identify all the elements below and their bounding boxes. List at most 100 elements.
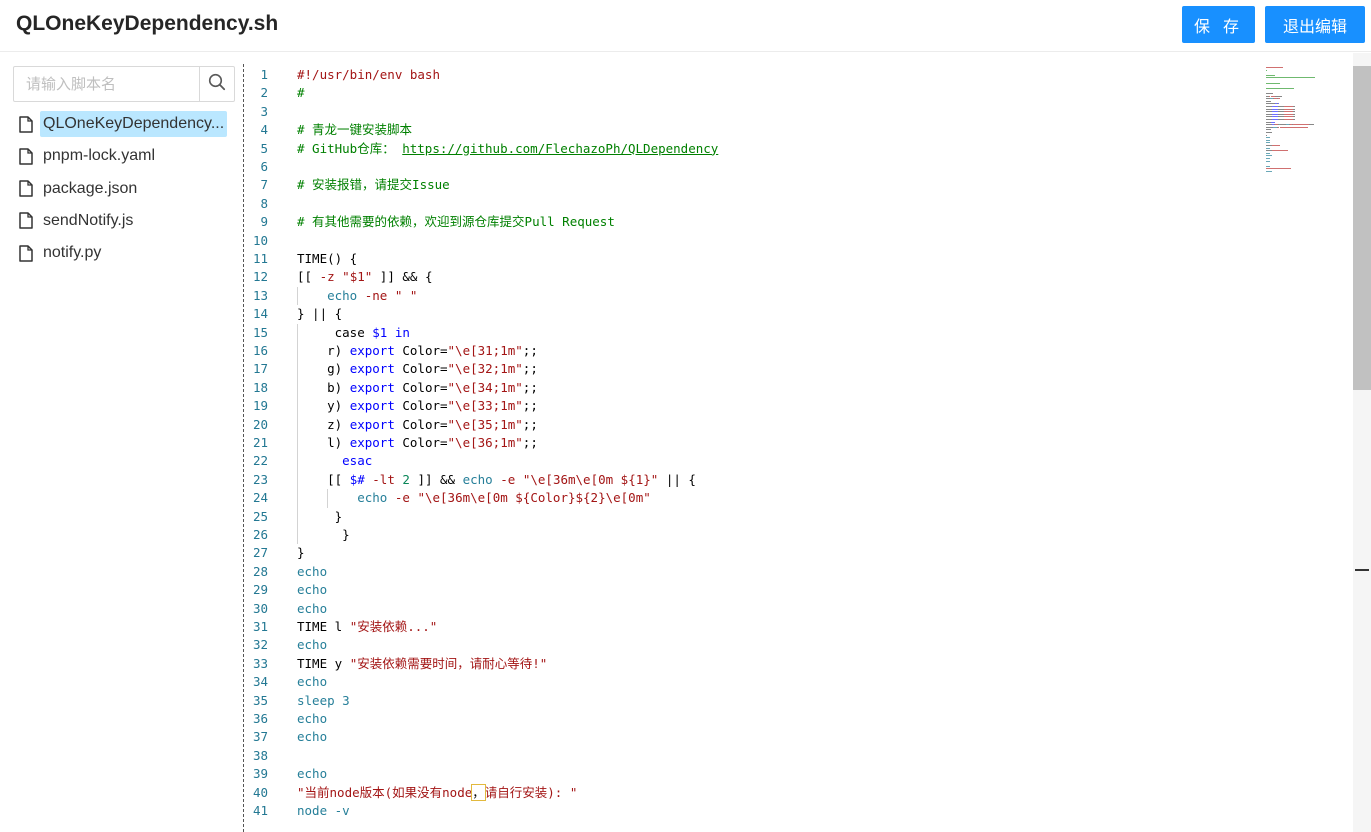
- code-token: ，: [471, 783, 486, 801]
- file-icon: [18, 244, 34, 262]
- code-token: Color=: [394, 379, 448, 395]
- file-item[interactable]: notify.py: [18, 239, 104, 267]
- code-token: TIME() {: [297, 251, 358, 266]
- minimap-line: [1293, 106, 1295, 107]
- code-token: "\e[36m\e[0m ${1}": [522, 471, 659, 487]
- code-token: -z: [319, 269, 335, 285]
- code-token: ;;: [522, 379, 538, 395]
- code-token: r): [297, 343, 350, 358]
- code-line: 9 # 有其他需要的依赖，欢迎到源仓库提交Pull Request: [244, 213, 1259, 231]
- code-text: echo: [297, 765, 327, 783]
- code-token: 2: [402, 471, 410, 487]
- code-token: $#: [349, 471, 365, 487]
- minimap-line: [1266, 168, 1283, 170]
- code-token: $1: [372, 324, 388, 340]
- code-line: 36 echo: [244, 710, 1259, 728]
- line-number: 9: [260, 214, 268, 230]
- file-item[interactable]: pnpm-lock.yaml: [18, 142, 158, 170]
- line-number: 18: [252, 379, 268, 395]
- code-token: export: [349, 398, 395, 414]
- line-number: 21: [252, 435, 268, 450]
- search-input[interactable]: [14, 67, 199, 101]
- code-token: -lt: [372, 471, 395, 487]
- code-line: 33 TIME y "安装依赖需要时间，请耐心等待!": [244, 655, 1259, 673]
- file-item[interactable]: package.json: [18, 175, 140, 203]
- minimap[interactable]: [1260, 53, 1353, 832]
- search-button[interactable]: [199, 67, 234, 101]
- code-line: 31 TIME l "安装依赖...": [244, 618, 1259, 636]
- line-number: 14: [252, 306, 268, 322]
- code-token: "\e[31;1m": [447, 343, 523, 358]
- line-number: 27: [252, 545, 268, 561]
- line-number: 36: [252, 711, 268, 726]
- minimap-line: [1276, 77, 1315, 79]
- code-editor[interactable]: 1 #!/usr/bin/env bash 2 #3 4 # 青龙一键安装脚本 5 # Git…: [244, 53, 1259, 832]
- code-token: }: [297, 545, 305, 561]
- minimap-line: [1266, 103, 1275, 105]
- minimap-line: [1266, 82, 1280, 84]
- code-token: export: [349, 435, 395, 450]
- code-token: Color=: [394, 416, 448, 432]
- code-token: sleep 3: [297, 692, 350, 708]
- code-text: [[ -z "$1" ]] && {: [297, 268, 433, 286]
- code-token: # 青龙一键安装脚本: [297, 122, 413, 138]
- code-token: echo: [297, 600, 328, 616]
- exit-edit-button[interactable]: 退出编辑: [1265, 6, 1365, 43]
- minimap-line: [1266, 160, 1270, 162]
- code-token: #!/usr/bin/env bash: [297, 67, 440, 82]
- code-token: ]] && {: [372, 269, 433, 285]
- page-title: QLOneKeyDependency.sh: [16, 12, 279, 35]
- code-text: sleep 3: [297, 692, 350, 710]
- code-token: "安装依赖...": [349, 619, 438, 634]
- file-icon: [18, 180, 34, 198]
- file-icon: [18, 212, 34, 230]
- minimap-line: [1266, 129, 1272, 131]
- code-text: [[ $# -lt 2 ]] && echo -e "\e[36m\e[0m $…: [297, 471, 696, 489]
- code-token: Color=: [394, 361, 448, 377]
- code-token: 请自行安装): ": [484, 784, 578, 800]
- scrollbar-thumb[interactable]: [1353, 66, 1371, 390]
- line-number: 24: [252, 490, 268, 506]
- code-line: 34 echo: [244, 673, 1259, 691]
- minimap-line: [1266, 137, 1270, 139]
- code-text: r) export Color="\e[31;1m";;: [297, 342, 538, 360]
- line-number: 37: [252, 729, 268, 745]
- save-button[interactable]: 保 存: [1182, 6, 1255, 43]
- line-number: 33: [252, 655, 268, 671]
- code-token: # 安装报错，请提交Issue: [297, 177, 450, 193]
- code-line: 7 # 安装报错，请提交Issue: [244, 176, 1259, 194]
- code-text: echo: [297, 728, 327, 746]
- line-number: 35: [252, 692, 268, 708]
- search-icon: [208, 73, 226, 96]
- minimap-line: [1266, 142, 1270, 144]
- code-line: 13 echo -ne " ": [244, 286, 1259, 306]
- overview-ruler-marker: [1355, 569, 1369, 571]
- code-token: -e: [500, 471, 516, 487]
- line-number: 30: [252, 600, 268, 616]
- code-line: 27}: [244, 544, 1259, 562]
- code-line: 5 # GitHub仓库： https://github.com/Flechazo…: [244, 140, 1259, 158]
- code-line: 23 [[ $# -lt 2 ]] && echo -e "\e[36m\e[0…: [244, 470, 1259, 490]
- code-token: [[: [297, 269, 320, 285]
- line-number: 16: [252, 343, 268, 358]
- file-item[interactable]: sendNotify.js: [18, 207, 136, 235]
- minimap-line: [1266, 132, 1273, 133]
- code-token: b): [297, 379, 350, 395]
- code-token: echo: [327, 287, 358, 303]
- code-token: -e: [394, 490, 410, 506]
- minimap-line: [1284, 111, 1293, 113]
- code-text: #: [297, 84, 305, 102]
- line-number: 20: [252, 416, 268, 432]
- code-token: echo: [297, 711, 328, 726]
- code-line: 22 esac: [244, 452, 1259, 471]
- code-text: node -v: [297, 802, 350, 820]
- minimap-line: [1284, 113, 1293, 115]
- code-token: node -v: [297, 803, 350, 818]
- minimap-line: [1266, 87, 1294, 89]
- code-token: echo: [297, 582, 328, 598]
- file-item[interactable]: QLOneKeyDependency...: [18, 110, 228, 138]
- file-icon: [18, 147, 34, 165]
- code-token: ]] &&: [409, 471, 463, 487]
- code-text: echo: [297, 581, 327, 599]
